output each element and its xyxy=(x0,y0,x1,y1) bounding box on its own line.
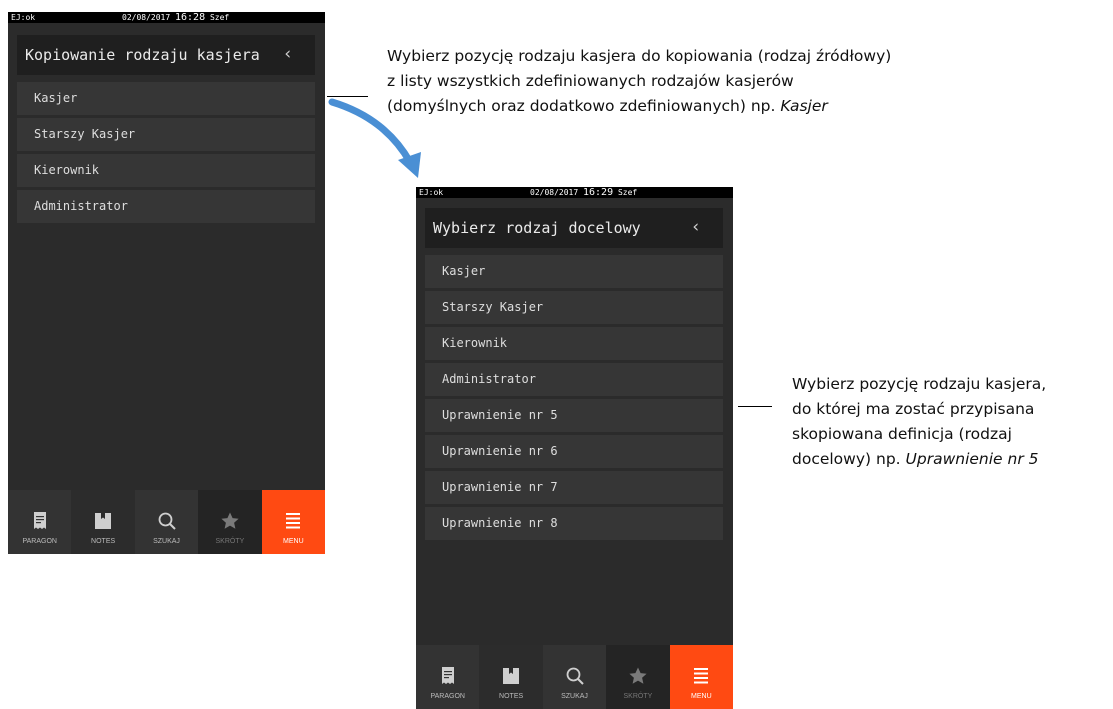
nav-szukaj[interactable]: SZUKAJ xyxy=(542,645,607,709)
search-icon xyxy=(158,512,176,530)
list-item[interactable]: Kasjer xyxy=(17,82,315,115)
target-annotation: Wybierz pozycję rodzaju kasjera, do któr… xyxy=(792,375,1047,468)
nav-label: PARAGON xyxy=(430,693,465,700)
cashier-type-list: Kasjer Starszy Kasjer Kierownik Administ… xyxy=(425,255,723,543)
leader-line xyxy=(327,96,368,97)
page-title: Wybierz rodzaj docelowy xyxy=(433,219,641,237)
list-item[interactable]: Administrator xyxy=(17,190,315,223)
cashier-type-list: Kasjer Starszy Kasjer Kierownik Administ… xyxy=(17,82,315,226)
chevron-left-icon[interactable]: ‹ xyxy=(691,217,701,237)
nav-menu[interactable]: MENU xyxy=(669,645,733,709)
nav-notes[interactable]: NOTES xyxy=(479,645,543,709)
nav-label: SKRÓTY xyxy=(623,693,653,700)
list-item[interactable]: Uprawnienie nr 6 xyxy=(425,435,723,468)
search-icon xyxy=(566,667,584,685)
nav-label: NOTES xyxy=(499,693,524,700)
menu-icon xyxy=(694,668,709,684)
receipt-icon xyxy=(441,667,454,684)
nav-label: MENU xyxy=(283,538,304,545)
nav-notes[interactable]: NOTES xyxy=(71,490,135,554)
nav-label: SZUKAJ xyxy=(153,538,180,545)
nav-szukaj[interactable]: SZUKAJ xyxy=(134,490,199,554)
nav-skroty[interactable]: SKRÓTY xyxy=(198,490,262,554)
menu-icon xyxy=(286,513,301,529)
list-item[interactable]: Uprawnienie nr 5 xyxy=(425,399,723,432)
list-item[interactable]: Kierownik xyxy=(425,327,723,360)
nav-menu[interactable]: MENU xyxy=(261,490,325,554)
page-title: Kopiowanie rodzaju kasjera xyxy=(25,46,260,64)
source-screen: EJ:ok 02/08/2017 16:28 Szef Kopiowanie r… xyxy=(8,12,325,554)
receipt-icon xyxy=(33,512,46,529)
nav-label: SKRÓTY xyxy=(215,538,245,545)
nav-label: SZUKAJ xyxy=(561,693,588,700)
nav-label: MENU xyxy=(691,693,712,700)
nav-label: PARAGON xyxy=(22,538,57,545)
bottom-nav: PARAGON NOTES SZUKAJ SKRÓTY MENU xyxy=(416,645,733,709)
notebook-icon xyxy=(95,513,112,529)
bottom-nav: PARAGON NOTES SZUKAJ SKRÓTY MENU xyxy=(8,490,325,554)
datetime: 02/08/2017 16:28 Szef xyxy=(122,12,230,23)
list-item[interactable]: Uprawnienie nr 8 xyxy=(425,507,723,540)
leader-line xyxy=(738,406,772,407)
title-bar: Kopiowanie rodzaju kasjera ‹ xyxy=(17,35,315,75)
status-bar: EJ:ok 02/08/2017 16:29 Szef xyxy=(416,187,733,198)
nav-skroty[interactable]: SKRÓTY xyxy=(606,645,670,709)
list-item[interactable]: Kierownik xyxy=(17,154,315,187)
nav-label: NOTES xyxy=(91,538,116,545)
datetime: 02/08/2017 16:29 Szef xyxy=(530,187,638,198)
star-icon xyxy=(629,667,647,684)
star-icon xyxy=(221,512,239,529)
list-item[interactable]: Uprawnienie nr 7 xyxy=(425,471,723,504)
nav-paragon[interactable]: PARAGON xyxy=(8,490,72,554)
source-annotation: Wybierz pozycję rodzaju kasjera do kopio… xyxy=(387,47,892,115)
title-bar: Wybierz rodzaj docelowy ‹ xyxy=(425,208,723,248)
list-item[interactable]: Kasjer xyxy=(425,255,723,288)
list-item[interactable]: Administrator xyxy=(425,363,723,396)
notebook-icon xyxy=(503,668,520,684)
chevron-left-icon[interactable]: ‹ xyxy=(283,44,293,64)
ej-status: EJ:ok xyxy=(11,13,36,22)
target-screen: EJ:ok 02/08/2017 16:29 Szef Wybierz rodz… xyxy=(416,187,733,709)
status-bar: EJ:ok 02/08/2017 16:28 Szef xyxy=(8,12,325,23)
nav-paragon[interactable]: PARAGON xyxy=(416,645,480,709)
list-item[interactable]: Starszy Kasjer xyxy=(425,291,723,324)
list-item[interactable]: Starszy Kasjer xyxy=(17,118,315,151)
